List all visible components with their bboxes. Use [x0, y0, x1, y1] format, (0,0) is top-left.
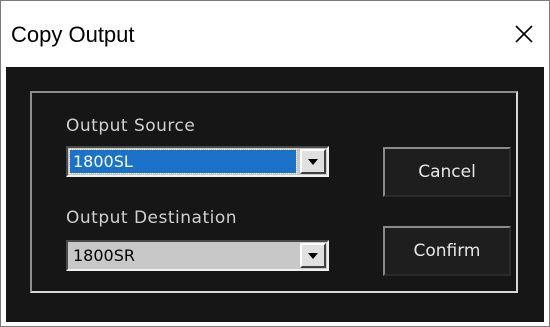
output-destination-dropdown-button[interactable]	[300, 243, 326, 268]
output-source-select[interactable]: 1800SL	[66, 146, 329, 177]
output-source-dropdown-button[interactable]	[300, 149, 326, 174]
output-group-box: Output Source 1800SL Output Destination …	[30, 91, 518, 293]
output-destination-label: Output Destination	[66, 208, 238, 228]
confirm-button[interactable]: Confirm	[383, 226, 511, 276]
dropdown-arrow-icon	[308, 252, 318, 259]
copy-output-dialog: Copy Output Output Source 1800SL Output …	[0, 0, 550, 327]
close-button[interactable]	[503, 14, 545, 54]
output-destination-select[interactable]: 1800SR	[66, 240, 329, 271]
dropdown-arrow-icon	[308, 158, 318, 165]
window-title: Copy Output	[11, 22, 135, 47]
output-source-value: 1800SL	[69, 149, 297, 174]
title-bar[interactable]: Copy Output	[1, 1, 549, 67]
output-destination-value: 1800SR	[73, 246, 135, 265]
close-icon	[515, 25, 533, 43]
dialog-body: Output Source 1800SL Output Destination …	[6, 67, 544, 322]
cancel-button[interactable]: Cancel	[383, 147, 511, 197]
output-source-label: Output Source	[66, 116, 196, 136]
